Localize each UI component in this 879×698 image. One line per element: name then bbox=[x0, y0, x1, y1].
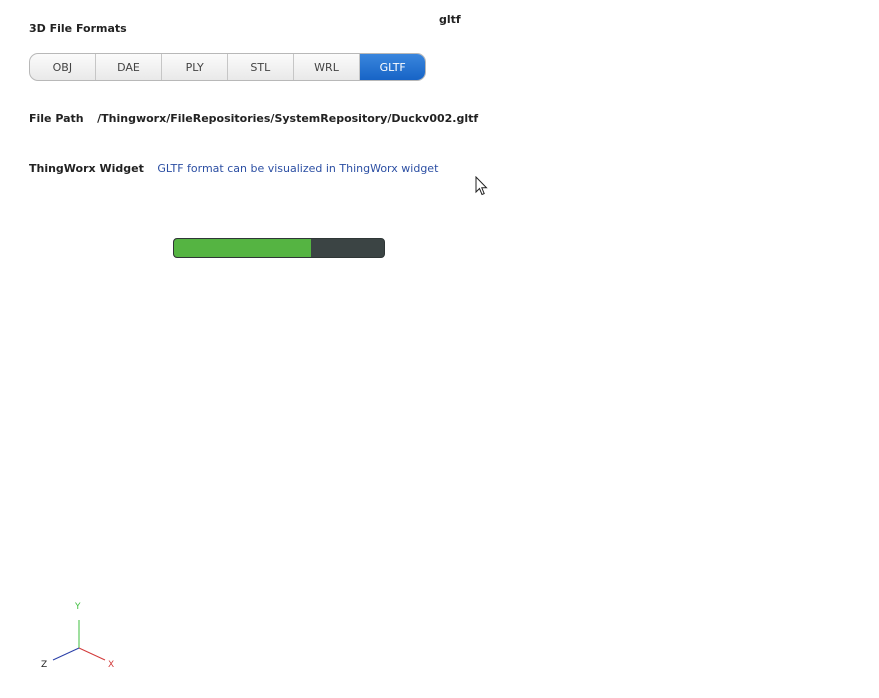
widget-description: GLTF format can be visualized in ThingWo… bbox=[157, 162, 439, 175]
format-button-gltf[interactable]: GLTF bbox=[360, 54, 425, 80]
file-path-value: /Thingworx/FileRepositories/SystemReposi… bbox=[97, 112, 479, 125]
axis-gizmo: Y X Z bbox=[41, 602, 114, 670]
format-button-obj[interactable]: OBJ bbox=[30, 54, 96, 80]
y-axis-label: Y bbox=[74, 602, 81, 612]
loading-progress-bar bbox=[173, 238, 385, 258]
z-axis-line bbox=[52, 647, 80, 661]
format-button-stl[interactable]: STL bbox=[228, 54, 294, 80]
z-axis-label: Z bbox=[41, 660, 47, 670]
widget-row: ThingWorx Widget GLTF format can be visu… bbox=[29, 162, 438, 175]
widget-label: ThingWorx Widget bbox=[29, 162, 144, 175]
file-path-label: File Path bbox=[29, 112, 84, 125]
section-title: 3D File Formats bbox=[29, 22, 127, 35]
format-button-wrl[interactable]: WRL bbox=[294, 54, 361, 80]
file-format-selector: OBJ DAE PLY STL WRL GLTF bbox=[29, 53, 426, 81]
format-button-ply[interactable]: PLY bbox=[162, 54, 228, 80]
mouse-cursor-icon bbox=[475, 176, 488, 196]
file-path-row: File Path /Thingworx/FileRepositories/Sy… bbox=[29, 112, 478, 125]
selected-format-readout: gltf bbox=[439, 13, 461, 26]
format-button-dae[interactable]: DAE bbox=[96, 54, 163, 80]
x-axis-label: X bbox=[108, 660, 114, 670]
x-axis-line bbox=[78, 647, 106, 661]
progress-fill bbox=[174, 239, 311, 257]
